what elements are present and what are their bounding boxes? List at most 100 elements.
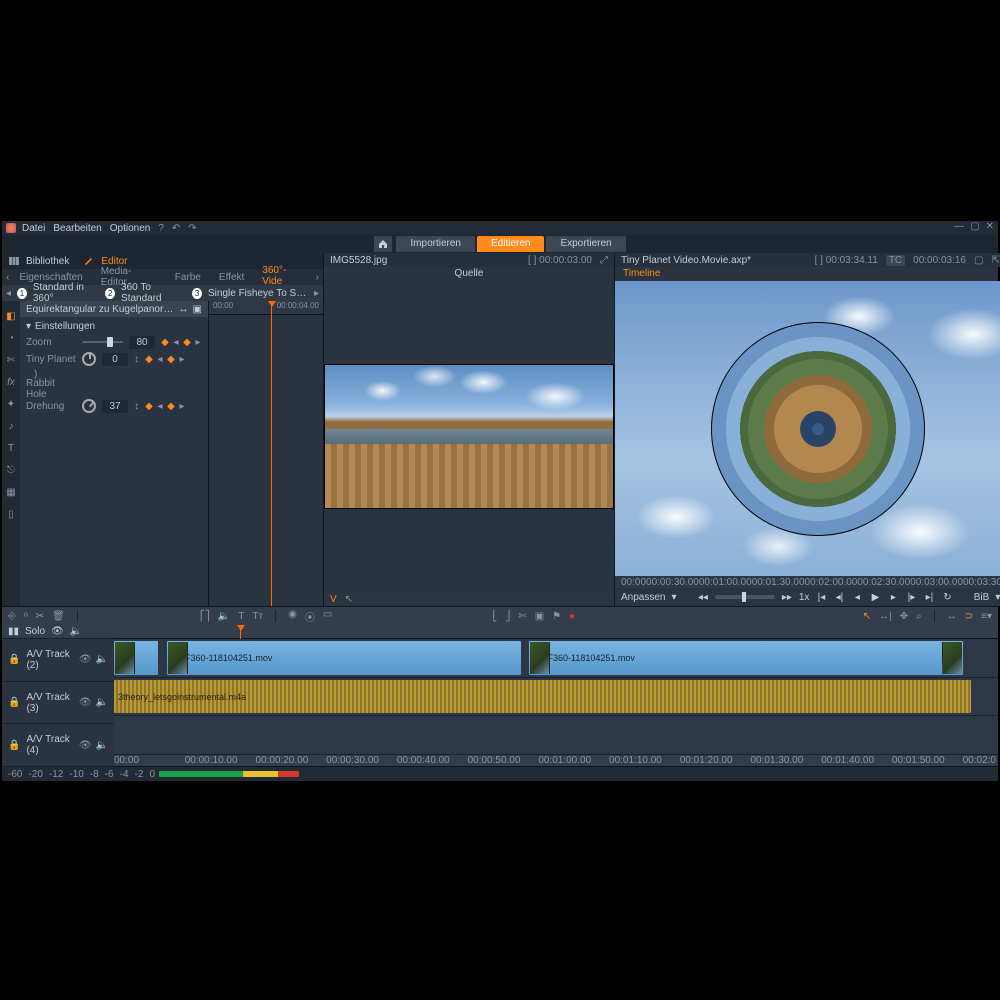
subtab-effect[interactable]: Effekt bbox=[211, 270, 252, 285]
zoom-slider[interactable] bbox=[82, 341, 123, 343]
track-3-lock-icon[interactable]: 🔒 bbox=[8, 697, 20, 708]
menu-options[interactable]: Optionen bbox=[110, 223, 151, 234]
library-label[interactable]: Bibliothek bbox=[26, 256, 69, 267]
tool-stop-icon[interactable]: ▭ bbox=[323, 609, 332, 624]
track-2-eye-icon[interactable]: 👁 bbox=[79, 654, 92, 665]
fx-settings-header[interactable]: ▾ Einstellungen bbox=[26, 321, 202, 332]
timeline-ruler-bottom[interactable]: 00:00 00:00:10.00 00:00:20.00 00:00:30.0… bbox=[114, 755, 998, 767]
tool-marker-icon[interactable]: ◔ bbox=[4, 331, 18, 345]
speed-label[interactable]: 1x bbox=[799, 592, 810, 603]
tool-link-icon-2[interactable]: ᵒ bbox=[24, 611, 28, 622]
tool-magnet2-icon[interactable]: ⊃ bbox=[965, 611, 973, 622]
tool-snap2-icon[interactable]: ▣ bbox=[535, 611, 544, 622]
play-icon[interactable]: ▶ bbox=[869, 591, 881, 603]
tool-cut-icon[interactable]: ✄ bbox=[4, 353, 18, 367]
solo-speaker-icon[interactable]: 🔈 bbox=[70, 626, 82, 637]
solo-eye-icon[interactable]: 👁 bbox=[51, 626, 64, 637]
tinyplanet-dial[interactable] bbox=[82, 352, 96, 366]
clip-video-a[interactable] bbox=[114, 641, 158, 675]
tool-razor-icon[interactable]: ✄ bbox=[518, 611, 526, 622]
cursor-icon[interactable]: ↖ bbox=[345, 594, 353, 605]
source-tab-label[interactable]: Quelle bbox=[324, 267, 614, 281]
tool-title-icon[interactable]: T bbox=[4, 441, 18, 455]
tool-split-icon[interactable]: ✂ bbox=[36, 611, 44, 622]
fit-dropdown-icon[interactable]: ▾ bbox=[671, 592, 676, 603]
tab-edit[interactable]: Editieren bbox=[477, 236, 544, 252]
rotation-keyframe-controls[interactable]: ◆◂◆▸ bbox=[145, 402, 186, 410]
track-4[interactable] bbox=[114, 716, 998, 755]
track-2[interactable]: F360-118104251.mov F360-118104251.mov bbox=[114, 639, 998, 678]
chevron-left-icon[interactable]: ‹ bbox=[6, 272, 9, 283]
close-icon[interactable]: ✕ bbox=[986, 221, 994, 232]
step-back-icon[interactable]: ◂| bbox=[833, 591, 845, 603]
go-end-icon[interactable]: ▸| bbox=[923, 591, 935, 603]
step-fwd-icon[interactable]: |▸ bbox=[905, 591, 917, 603]
solo-label[interactable]: Solo bbox=[25, 626, 45, 637]
tool-bolt-icon[interactable]: ✦ bbox=[4, 397, 18, 411]
clip-video-c[interactable]: F360-118104251.mov bbox=[529, 641, 962, 675]
rotation-value[interactable]: 37 bbox=[102, 400, 128, 413]
preview-tab-label[interactable]: Timeline bbox=[615, 267, 1000, 281]
tracks-area[interactable]: F360-118104251.mov F360-118104251.mov 3t… bbox=[114, 625, 998, 767]
track-4-lock-icon[interactable]: 🔒 bbox=[8, 740, 20, 751]
pip-dropdown-icon[interactable]: ▾ bbox=[995, 592, 1000, 603]
tinyplanet-value[interactable]: 0 bbox=[102, 353, 128, 366]
tool-settings-icon[interactable]: ≡▾ bbox=[981, 611, 992, 622]
jog-fwd-icon[interactable]: ▸▸ bbox=[781, 591, 793, 603]
redo-icon[interactable]: ↷ bbox=[188, 223, 196, 234]
tool-fx-icon[interactable]: fx bbox=[4, 375, 18, 389]
lock-icon-2[interactable]: ↕ bbox=[134, 401, 139, 412]
track-lock-icon[interactable]: 🔒 bbox=[8, 654, 20, 665]
track-4-eye-icon[interactable]: 👁 bbox=[79, 740, 92, 751]
track-header-3[interactable]: 🔒 A/V Track (3) 👁🔈 bbox=[2, 682, 114, 725]
track-3-eye-icon[interactable]: 👁 bbox=[79, 697, 92, 708]
tool-music-icon[interactable]: ♪ bbox=[4, 419, 18, 433]
tool-hist-icon[interactable]: ⎡⎤ bbox=[200, 611, 210, 622]
tool-rev-icon[interactable]: ↔ bbox=[947, 611, 957, 622]
zoom-value[interactable]: 80 bbox=[129, 336, 155, 349]
jog-scrubber[interactable] bbox=[715, 595, 775, 599]
clip-audio[interactable]: 3theory_letsgoinstrumental.m4a bbox=[114, 680, 971, 714]
source-viewer[interactable] bbox=[324, 281, 614, 592]
tool-vol-icon[interactable]: 🔈 bbox=[218, 611, 230, 622]
preview-viewer[interactable] bbox=[615, 281, 1000, 576]
clip-video-b[interactable]: F360-118104251.mov bbox=[167, 641, 521, 675]
home-icon[interactable] bbox=[374, 236, 392, 252]
pip-label[interactable]: BiB bbox=[974, 592, 990, 603]
fx-preview-icon[interactable]: ▣ bbox=[193, 304, 202, 315]
zoom-keyframe-controls[interactable]: ◆◂◆▸ bbox=[161, 338, 202, 346]
tab-export[interactable]: Exportieren bbox=[546, 236, 625, 252]
track-2-speaker-icon[interactable]: 🔈 bbox=[96, 654, 108, 665]
tinyplanet-keyframe-controls[interactable]: ◆◂◆▸ bbox=[145, 355, 186, 363]
tool-arrow-icon[interactable]: ↖ bbox=[863, 611, 871, 622]
track-3[interactable]: 3theory_letsgoinstrumental.m4a bbox=[114, 678, 998, 717]
tool-record-icon[interactable]: ● bbox=[569, 611, 575, 622]
menu-file[interactable]: Datei bbox=[22, 223, 45, 234]
next-frame-icon[interactable]: ▸ bbox=[887, 591, 899, 603]
tool-title2-icon[interactable]: Tᴛ bbox=[252, 611, 263, 622]
track-header-4[interactable]: 🔒 A/V Track (4) 👁🔈 bbox=[2, 724, 114, 767]
fx-keyframe-timeline[interactable]: 00:00 00:00:04.00 bbox=[208, 301, 323, 606]
undo-icon[interactable]: ↶ bbox=[172, 223, 180, 234]
lock-icon[interactable]: ↕ bbox=[134, 354, 139, 365]
tool-media-icon[interactable]: ◧ bbox=[4, 309, 18, 323]
fx-expand-icon[interactable]: ↔ bbox=[179, 304, 189, 315]
tool-trash-icon[interactable]: 🗑 bbox=[52, 611, 65, 622]
tool-zoom-icon[interactable]: ⌕ bbox=[916, 611, 922, 622]
tool-markerin-icon[interactable]: ⎣ bbox=[492, 611, 497, 622]
chevron-right-icon[interactable]: › bbox=[316, 272, 319, 283]
rotation-dial[interactable] bbox=[79, 396, 99, 416]
tool-magnet-icon[interactable]: ⎆ bbox=[8, 611, 16, 622]
track-4-speaker-icon[interactable]: 🔈 bbox=[96, 740, 108, 751]
track-header-2[interactable]: 🔒 A/V Track (2) 👁🔈 bbox=[2, 639, 114, 682]
tool-3d-icon[interactable]: ◉ bbox=[288, 609, 297, 624]
help-icon[interactable]: ? bbox=[158, 223, 164, 234]
source-v-label[interactable]: V bbox=[330, 594, 337, 605]
minimize-icon[interactable]: — bbox=[954, 221, 964, 232]
go-start-icon[interactable]: |◂ bbox=[815, 591, 827, 603]
tool-text-icon[interactable]: T bbox=[238, 611, 244, 622]
prev-frame-icon[interactable]: ◂ bbox=[851, 591, 863, 603]
jog-back-icon[interactable]: ◂◂ bbox=[697, 591, 709, 603]
tool-grid-icon[interactable]: ▦ bbox=[4, 485, 18, 499]
popout-icon[interactable]: ⇱ bbox=[991, 255, 999, 266]
